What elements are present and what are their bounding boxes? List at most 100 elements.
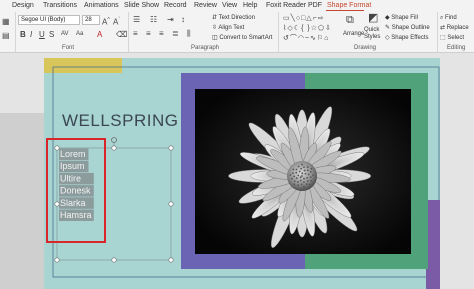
flower-seed [293,180,296,183]
flower-seed [310,179,312,182]
flower-seed [292,172,294,175]
separator [128,12,129,52]
font-name-box[interactable]: Segoe UI (Body) [18,15,80,25]
bullets-icon[interactable]: ☰ [133,15,140,24]
thumbnail-pane-edge[interactable] [0,113,44,289]
flower-seed [303,177,305,180]
drawing-group-label: Drawing [354,45,377,51]
justify-icon[interactable]: ≣ [172,29,179,38]
shape-outline-icon: ✎ [385,25,392,31]
flower-seed [306,176,308,179]
flower-seed [303,169,306,172]
flower-seed [297,184,300,187]
flower-seed [309,171,312,173]
replace-button[interactable]: ⇄ Replace [440,24,469,32]
shape-outline-button[interactable]: ✎ Shape Outline [385,24,430,32]
text-direction-icon: ⇵ [212,15,219,21]
convert-smartart-button[interactable]: ◫ Convert to SmartArt [212,34,272,42]
flower-seed [292,168,295,171]
line-spacing-icon[interactable]: ↕ [181,15,185,24]
copy-icon[interactable]: ▤ [2,31,10,40]
list-item[interactable]: Hamsra [60,210,92,220]
flower-seed [306,179,309,182]
flower-seed [293,175,296,178]
slide-title: WELLSPRING [62,111,178,130]
clear-format-icon[interactable]: ⌫ [116,30,127,39]
flower-seed [301,163,303,166]
rotate-handle [111,137,117,143]
tab-record[interactable]: Record [164,0,187,11]
shape-effects-button[interactable]: ◇ Shape Effects [385,34,429,42]
numbering-icon[interactable]: ☷ [150,15,157,24]
active-tab-underline [326,10,364,11]
flower-seed [300,183,303,186]
font-size-box[interactable]: 28 [82,15,100,25]
tab-slide-show[interactable]: Slide Show [124,0,159,11]
shapes-gallery-icon[interactable]: ▭╲○□△⌐⇨ ⌇◇☾{ }☆⬠⇩ ↺⌒◠~∿⚐⌂ [283,14,339,44]
flower-seed [303,166,305,168]
select-button[interactable]: ⬚ Select [440,34,464,42]
flower-seed [295,171,298,174]
tab-view[interactable]: View [222,0,237,11]
flower-seed [308,183,311,186]
flower-seed [297,174,300,177]
quick-styles-button[interactable]: Quick Styles [364,27,382,41]
quick-styles-icon[interactable]: ◩ [368,13,378,24]
align-text-button[interactable]: ⇳ Align Text [212,24,244,32]
change-case-icon[interactable]: Aa [76,30,83,39]
arrange-icon[interactable]: ⧉ [346,15,354,26]
slide-graphics: WELLSPRING Lorem Ipsum Ultire Donesk Slarka H… [44,58,440,289]
tab-animations[interactable]: Animations [84,0,119,11]
italic-icon[interactable]: I [30,30,32,39]
list-item[interactable]: Ultire [60,173,81,183]
slide-workspace: WELLSPRING Lorem Ipsum Ultire Donesk Slarka H… [0,53,474,289]
flower-seed [299,176,302,179]
font-color-icon[interactable]: A [97,30,102,39]
bold-icon[interactable]: B [20,30,26,39]
tab-transitions[interactable]: Transitions [43,0,77,11]
text-direction-button[interactable]: ⇵ Text Direction [212,14,255,22]
flower-seed [305,183,308,185]
shape-fill-button[interactable]: ◆ Shape Fill [385,14,418,22]
tab-review[interactable]: Review [194,0,217,11]
indent-icon[interactable]: ⇥ [167,15,174,24]
flower-seed [295,177,298,180]
list-item[interactable]: Ipsum [60,161,85,171]
shrink-font-icon[interactable]: Aˇ [113,16,120,27]
flower-seed [289,174,292,176]
align-left-icon[interactable]: ≡ [133,29,138,38]
flower-seed [302,185,305,188]
char-spacing-icon[interactable]: AV [61,30,69,39]
list-item[interactable]: Slarka [60,198,86,208]
flower-seed [307,173,310,176]
align-center-icon[interactable]: ≡ [146,29,151,38]
flower-seed [297,180,299,183]
bullet-list: Lorem Ipsum Ultire Donesk Slarka Hamsra [59,148,94,221]
font-group-label: Font [62,45,75,51]
columns-icon[interactable]: ⫼ [187,29,191,38]
find-button[interactable]: ⌕ Find [440,14,457,22]
replace-icon: ⇄ [440,25,447,31]
flower-seed [312,174,314,176]
flower-seed [301,172,304,175]
strikethrough-icon[interactable]: S [49,30,54,39]
arrange-button[interactable]: Arrange [343,30,364,38]
tab-foxit-reader-pdf[interactable]: Foxit Reader PDF [266,0,322,11]
grow-font-icon[interactable]: A^ [102,16,110,27]
tab-design[interactable]: Design [12,0,34,11]
align-right-icon[interactable]: ≡ [159,29,164,38]
paste-icon[interactable]: ▦ [2,17,10,26]
slide-canvas[interactable]: WELLSPRING Lorem Ipsum Ultire Donesk Slarka H… [44,58,440,289]
flower-seed [301,175,303,177]
flower-seed [309,176,312,179]
purple-side-strip [426,200,440,289]
tab-help[interactable]: Help [243,0,257,11]
list-item[interactable]: Lorem [60,149,86,159]
list-item[interactable]: Donesk [60,186,91,196]
separator [278,12,279,52]
flower-seed [306,166,309,168]
flower-seed [302,181,305,183]
flower-seed [293,183,296,186]
underline-icon[interactable]: U [39,30,45,39]
separator [15,12,16,52]
